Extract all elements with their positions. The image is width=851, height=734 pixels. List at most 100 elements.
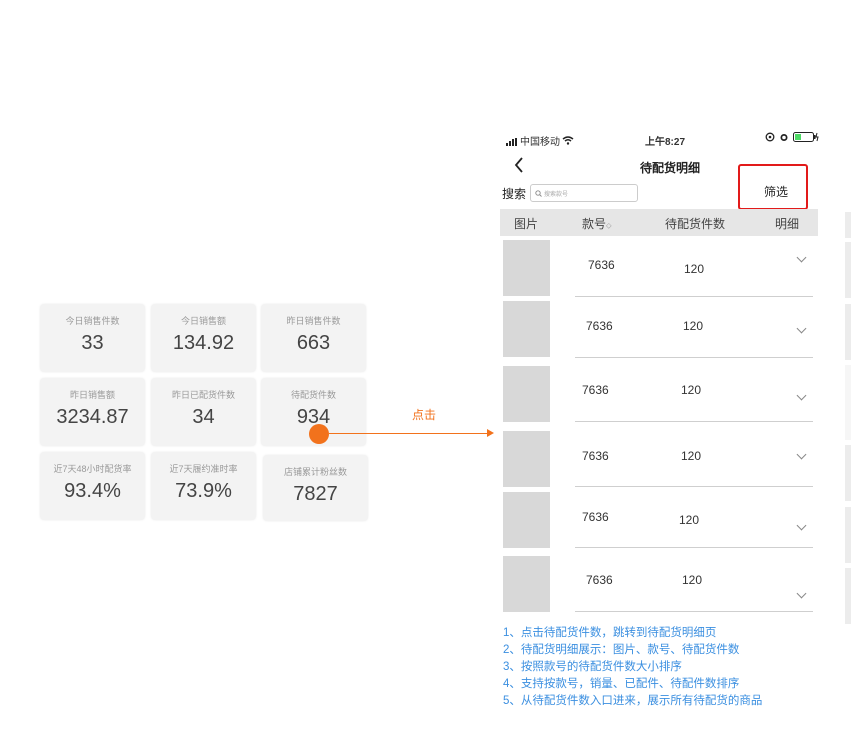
pending-qty: 120	[681, 449, 702, 463]
adjacent-screen-edge	[845, 568, 851, 624]
header-image: 图片	[514, 217, 539, 231]
table-row[interactable]: 7636 120	[500, 366, 818, 424]
status-bar: 中国移动 上午8:27	[500, 128, 840, 150]
adjacent-screen-edge	[845, 507, 851, 563]
metric-card[interactable]: 店铺累计粉丝数 7827	[263, 455, 368, 521]
note-line: 5、从待配货件数入口进来，展示所有待配货的商品	[503, 695, 763, 707]
product-code: 7636	[586, 319, 613, 333]
metric-card[interactable]: 昨日销售件数 663	[261, 304, 366, 372]
chevron-down-icon[interactable]	[796, 252, 807, 263]
metric-card[interactable]: 近7天48小时配货率 93.4%	[40, 452, 145, 520]
alarm-icon	[780, 134, 788, 141]
adjacent-screen-edge	[845, 365, 851, 440]
signal-icon	[506, 135, 518, 146]
chevron-down-icon[interactable]	[796, 390, 807, 401]
metric-card[interactable]: 昨日销售额 3234.87	[40, 378, 145, 446]
product-image	[503, 301, 550, 357]
product-image	[503, 240, 550, 296]
flow-arrow-head	[487, 429, 494, 437]
header-qty[interactable]: 待配货件数	[665, 215, 725, 232]
table-header: 图片 款号⬦ 待配货件数 明细	[500, 209, 818, 236]
wifi-icon	[562, 136, 574, 145]
table-row[interactable]: 7636 120	[500, 556, 818, 614]
product-code: 7636	[582, 449, 609, 463]
metric-label: 店铺累计粉丝数	[283, 467, 347, 477]
status-icons	[765, 132, 819, 142]
sort-icon: ⬦	[606, 221, 612, 230]
search-icon	[535, 189, 542, 197]
row-divider	[575, 357, 813, 358]
row-divider	[575, 486, 813, 487]
chevron-down-icon[interactable]	[796, 449, 807, 460]
requirement-notes: 1、点击待配货件数，跳转到待配货明细页 2、待配货明细展示：图片、款号、待配货件…	[503, 625, 762, 710]
carrier-name: 中国移动	[520, 137, 560, 148]
product-image	[503, 492, 550, 548]
metric-label: 待配货件数	[290, 390, 336, 400]
note-line: 4、支持按款号，销量、已配件、待配件数排序	[503, 678, 740, 690]
search-label: 搜索	[502, 187, 527, 201]
metric-label: 近7天48小时配货率	[53, 464, 132, 474]
note-line: 2、待配货明细展示：图片、款号、待配货件数	[503, 644, 740, 656]
click-annotation: 点击	[412, 408, 437, 422]
product-image	[503, 431, 550, 487]
pending-qty: 120	[684, 262, 705, 276]
header-detail: 明细	[775, 217, 800, 231]
metric-label: 昨日已配货件数	[171, 390, 235, 400]
row-divider	[575, 611, 813, 612]
metric-value: 663	[296, 332, 331, 354]
row-divider	[575, 421, 813, 422]
flow-arrow-line	[329, 433, 489, 434]
note-line: 1、点击待配货件数，跳转到待配货明细页	[503, 627, 717, 639]
carrier-info: 中国移动	[506, 133, 574, 148]
product-code: 7636	[588, 258, 615, 272]
chevron-down-icon[interactable]	[796, 323, 807, 334]
pending-qty: 120	[682, 573, 703, 587]
header-code-label: 款号	[582, 217, 607, 231]
product-code: 7636	[582, 510, 609, 524]
status-time: 上午8:27	[645, 137, 686, 148]
metric-value: 73.9%	[175, 480, 232, 502]
phone-screen: 中国移动 上午8:27 待配货明细 搜索 搜索款号 筛选 图片 款号⬦ 待配货件…	[500, 128, 840, 618]
product-code: 7636	[582, 383, 609, 397]
metric-card[interactable]: 今日销售额 134.92	[151, 304, 256, 372]
note-line: 3、按照款号的待配货件数大小排序	[503, 661, 682, 673]
table-row[interactable]: 7636 120	[500, 240, 818, 298]
metric-label: 今日销售额	[180, 316, 226, 326]
adjacent-screen-edge	[845, 304, 851, 360]
metric-card[interactable]: 昨日已配货件数 34	[151, 378, 256, 446]
search-input[interactable]: 搜索款号	[530, 184, 638, 202]
metric-card[interactable]: 今日销售件数 33	[40, 304, 145, 372]
chevron-down-icon[interactable]	[796, 588, 807, 599]
pending-qty: 120	[681, 383, 702, 397]
metric-label: 昨日销售件数	[286, 316, 341, 326]
battery-icon	[793, 132, 819, 142]
search-placeholder: 搜索款号	[544, 191, 569, 198]
adjacent-screen-edge	[845, 445, 851, 501]
table-row[interactable]: 7636 120	[500, 431, 818, 489]
pending-qty: 120	[679, 513, 700, 527]
location-lock-icon	[765, 132, 775, 142]
row-divider	[575, 547, 813, 548]
adjacent-screen-edge	[845, 242, 851, 298]
metric-value: 3234.87	[56, 406, 129, 428]
metric-value: 93.4%	[64, 480, 121, 502]
pending-qty: 120	[683, 319, 704, 333]
table-row[interactable]: 7636 120	[500, 301, 818, 359]
header-code[interactable]: 款号⬦	[582, 215, 612, 232]
metric-card[interactable]: 近7天履约准时率 73.9%	[151, 452, 256, 520]
product-image	[503, 556, 550, 612]
table-row[interactable]: 7636 120	[500, 492, 818, 550]
metric-value: 7827	[293, 483, 338, 505]
adjacent-screen-edge	[845, 212, 851, 238]
tap-indicator	[309, 424, 329, 444]
chevron-down-icon[interactable]	[796, 520, 807, 531]
metric-label: 昨日销售额	[69, 390, 115, 400]
row-divider	[575, 296, 813, 297]
metric-value: 33	[81, 332, 104, 354]
metric-value: 34	[192, 406, 215, 428]
product-code: 7636	[586, 573, 613, 587]
filter-button[interactable]: 筛选	[764, 183, 788, 200]
metric-value: 134.92	[172, 332, 235, 354]
metric-label: 今日销售件数	[65, 316, 120, 326]
product-image	[503, 366, 550, 422]
